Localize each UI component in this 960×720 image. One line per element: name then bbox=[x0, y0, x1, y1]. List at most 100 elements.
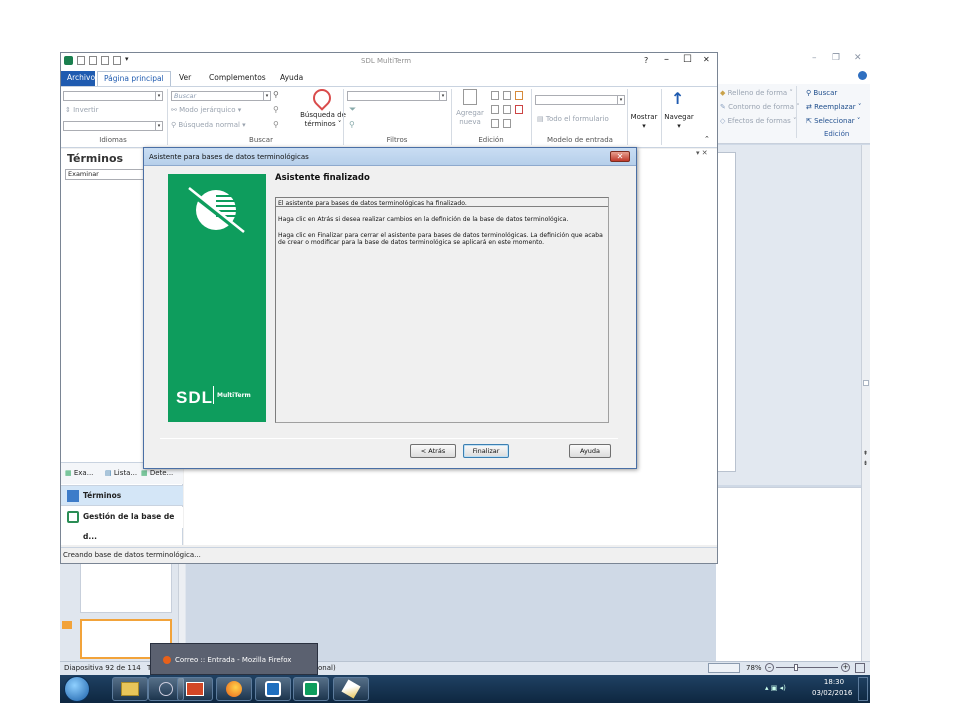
edit-icon[interactable] bbox=[491, 91, 499, 100]
collapse-ribbon-icon[interactable]: ⌃ bbox=[704, 135, 710, 143]
show-desktop-button[interactable] bbox=[858, 677, 868, 701]
refresh-icon[interactable] bbox=[503, 105, 511, 114]
target-language-combo[interactable]: ▾ bbox=[63, 121, 163, 131]
chevron-down-icon: ▾ bbox=[263, 92, 270, 100]
minimize-button[interactable]: – bbox=[812, 53, 817, 63]
undo-icon[interactable] bbox=[113, 56, 121, 65]
source-language-combo[interactable]: ▾ bbox=[63, 91, 163, 101]
scrollbar-thumb[interactable] bbox=[863, 380, 869, 386]
firefox-small-icon bbox=[163, 656, 171, 664]
find-button[interactable]: ⚲ Buscar bbox=[806, 89, 837, 97]
pen-outline-icon: ✎ bbox=[720, 103, 726, 111]
filter-edit-icon[interactable]: ⚲ bbox=[349, 120, 355, 129]
entry-model-combo[interactable]: ▾ bbox=[535, 95, 625, 105]
zoom-out-button[interactable]: – bbox=[765, 663, 774, 672]
group-separator bbox=[627, 89, 628, 145]
chevron-down-icon: ▾ bbox=[155, 122, 162, 130]
logo-divider bbox=[213, 386, 214, 404]
term-search-button[interactable]: Búsqueda de términos ˅ bbox=[297, 85, 349, 133]
taskbar-preview-popup[interactable]: Correo :: Entrada - Mozilla Firefox bbox=[150, 643, 318, 675]
back-button[interactable]: < Atrás bbox=[410, 444, 456, 458]
shape-effects-button[interactable]: ◇ Efectos de formas ˅ bbox=[720, 117, 797, 125]
zoom-level[interactable]: 78% bbox=[746, 664, 762, 672]
navigate-button[interactable]: ↑ Navegar ▾ bbox=[663, 89, 695, 133]
paste-icon[interactable] bbox=[515, 91, 523, 100]
tree-icon: ⚯ bbox=[171, 106, 177, 114]
list-icon: ▤ bbox=[105, 469, 112, 477]
finish-button[interactable]: Finalizar bbox=[463, 444, 509, 458]
help-icon[interactable] bbox=[858, 71, 867, 80]
firefox-icon[interactable] bbox=[216, 677, 252, 701]
close-button[interactable]: ✕ bbox=[703, 55, 710, 64]
invert-button[interactable]: ⇕ Invertir bbox=[65, 106, 99, 114]
dialog-close-button[interactable]: ✕ bbox=[610, 151, 630, 162]
explorer-folder-icon[interactable] bbox=[112, 677, 148, 701]
tab-ver[interactable]: Ver bbox=[173, 71, 197, 86]
notes-pane[interactable] bbox=[716, 487, 861, 661]
fit-slide-icon[interactable] bbox=[855, 663, 865, 673]
tab-browse[interactable]: ▦ Exa... bbox=[65, 469, 93, 477]
copy-icon[interactable] bbox=[503, 91, 511, 100]
nav-terminos[interactable]: Términos bbox=[61, 485, 183, 506]
powerpoint-icon[interactable] bbox=[177, 677, 213, 701]
help-button[interactable]: Ayuda bbox=[569, 444, 611, 458]
filter-combo[interactable]: ▾ bbox=[347, 91, 447, 101]
tab-archivo[interactable]: Archivo bbox=[61, 71, 95, 86]
replace-icon: ⇄ bbox=[806, 103, 812, 111]
slide[interactable] bbox=[716, 152, 736, 472]
view-buttons[interactable] bbox=[708, 663, 740, 673]
restore-button[interactable]: ❐ bbox=[832, 53, 840, 63]
tab-pagina-principal[interactable]: Página principal bbox=[97, 71, 171, 86]
select-button[interactable]: ⇱ Seleccionar ˅ bbox=[806, 117, 860, 125]
merge-icon[interactable] bbox=[491, 119, 499, 128]
zoom-slider[interactable] bbox=[776, 667, 838, 668]
wizard-content-panel: El asistente para bases de datos termino… bbox=[275, 197, 609, 423]
save-entry-icon[interactable] bbox=[491, 105, 499, 114]
binoculars-icon[interactable]: ⚲ bbox=[273, 90, 279, 99]
tab-complementos[interactable]: Complementos bbox=[203, 71, 272, 86]
close-button[interactable]: ✕ bbox=[854, 53, 862, 63]
multiterm-icon[interactable] bbox=[255, 677, 291, 701]
prev-slide-icon[interactable]: ⇞ bbox=[863, 450, 868, 457]
tray-icons[interactable]: ▴ ▣ ◂) bbox=[765, 684, 786, 692]
paint-icon[interactable] bbox=[333, 677, 369, 701]
pane-options-icon[interactable]: ▾ ✕ bbox=[696, 149, 708, 157]
whole-form-button[interactable]: ▤ Todo el formulario bbox=[537, 115, 609, 123]
slide-thumbnail[interactable] bbox=[80, 563, 172, 613]
cursor-select-icon: ⇱ bbox=[806, 117, 812, 125]
zoom-in-button[interactable]: + bbox=[841, 663, 850, 672]
multiterm-icon-2[interactable] bbox=[293, 677, 329, 701]
tab-ayuda[interactable]: Ayuda bbox=[274, 71, 309, 86]
ribbon-options-button[interactable]: ? bbox=[644, 56, 648, 65]
tab-details[interactable]: ▦ Dete... bbox=[141, 469, 173, 477]
shape-fill-button[interactable]: ◆ Relleno de forma ˅ bbox=[720, 89, 793, 97]
delete-icon[interactable] bbox=[515, 105, 523, 114]
maximize-button[interactable]: ☐ bbox=[683, 54, 692, 65]
tab-list[interactable]: ▤ Lista... bbox=[105, 469, 137, 477]
add-new-button[interactable]: Agregar nueva bbox=[455, 89, 485, 133]
start-orb-icon[interactable] bbox=[64, 676, 90, 702]
show-button[interactable]: Mostrar ▾ bbox=[629, 89, 659, 133]
next-slide-icon[interactable]: ⇟ bbox=[863, 460, 868, 467]
save-icon[interactable] bbox=[89, 56, 97, 65]
hierarchical-mode-button[interactable]: ⚯ Modo jerárquico ▾ bbox=[171, 106, 241, 114]
nav-gestion-base-datos[interactable]: Gestión de la base de d... bbox=[61, 507, 183, 541]
duplicate-icon[interactable] bbox=[503, 119, 511, 128]
normal-search-button[interactable]: ⚲ Búsqueda normal ▾ bbox=[171, 121, 246, 129]
print-icon[interactable] bbox=[101, 56, 109, 65]
minimize-button[interactable]: – bbox=[664, 54, 669, 65]
vertical-scrollbar[interactable]: ⇞ ⇟ bbox=[861, 145, 870, 661]
zoom-slider-thumb[interactable] bbox=[794, 664, 798, 671]
filter-icon[interactable]: ⏷ bbox=[349, 105, 356, 115]
customize-icon[interactable]: ▾ bbox=[125, 55, 129, 63]
ribbon-tabs: Archivo Página principal Ver Complemento… bbox=[61, 71, 717, 86]
new-icon[interactable] bbox=[77, 56, 85, 65]
search-input[interactable]: Buscar ▾ bbox=[171, 91, 271, 101]
search-option-icon[interactable]: ⚲ bbox=[273, 105, 279, 114]
app-logo-icon[interactable] bbox=[64, 56, 73, 65]
window-title: SDL MultiTerm bbox=[361, 57, 412, 65]
replace-button[interactable]: ⇄ Reemplazar ˅ bbox=[806, 103, 861, 111]
fuzzy-search-icon[interactable]: ⚲ bbox=[273, 120, 279, 129]
shape-outline-button[interactable]: ✎ Contorno de forma ˅ bbox=[720, 103, 800, 111]
slide-number bbox=[62, 563, 70, 583]
